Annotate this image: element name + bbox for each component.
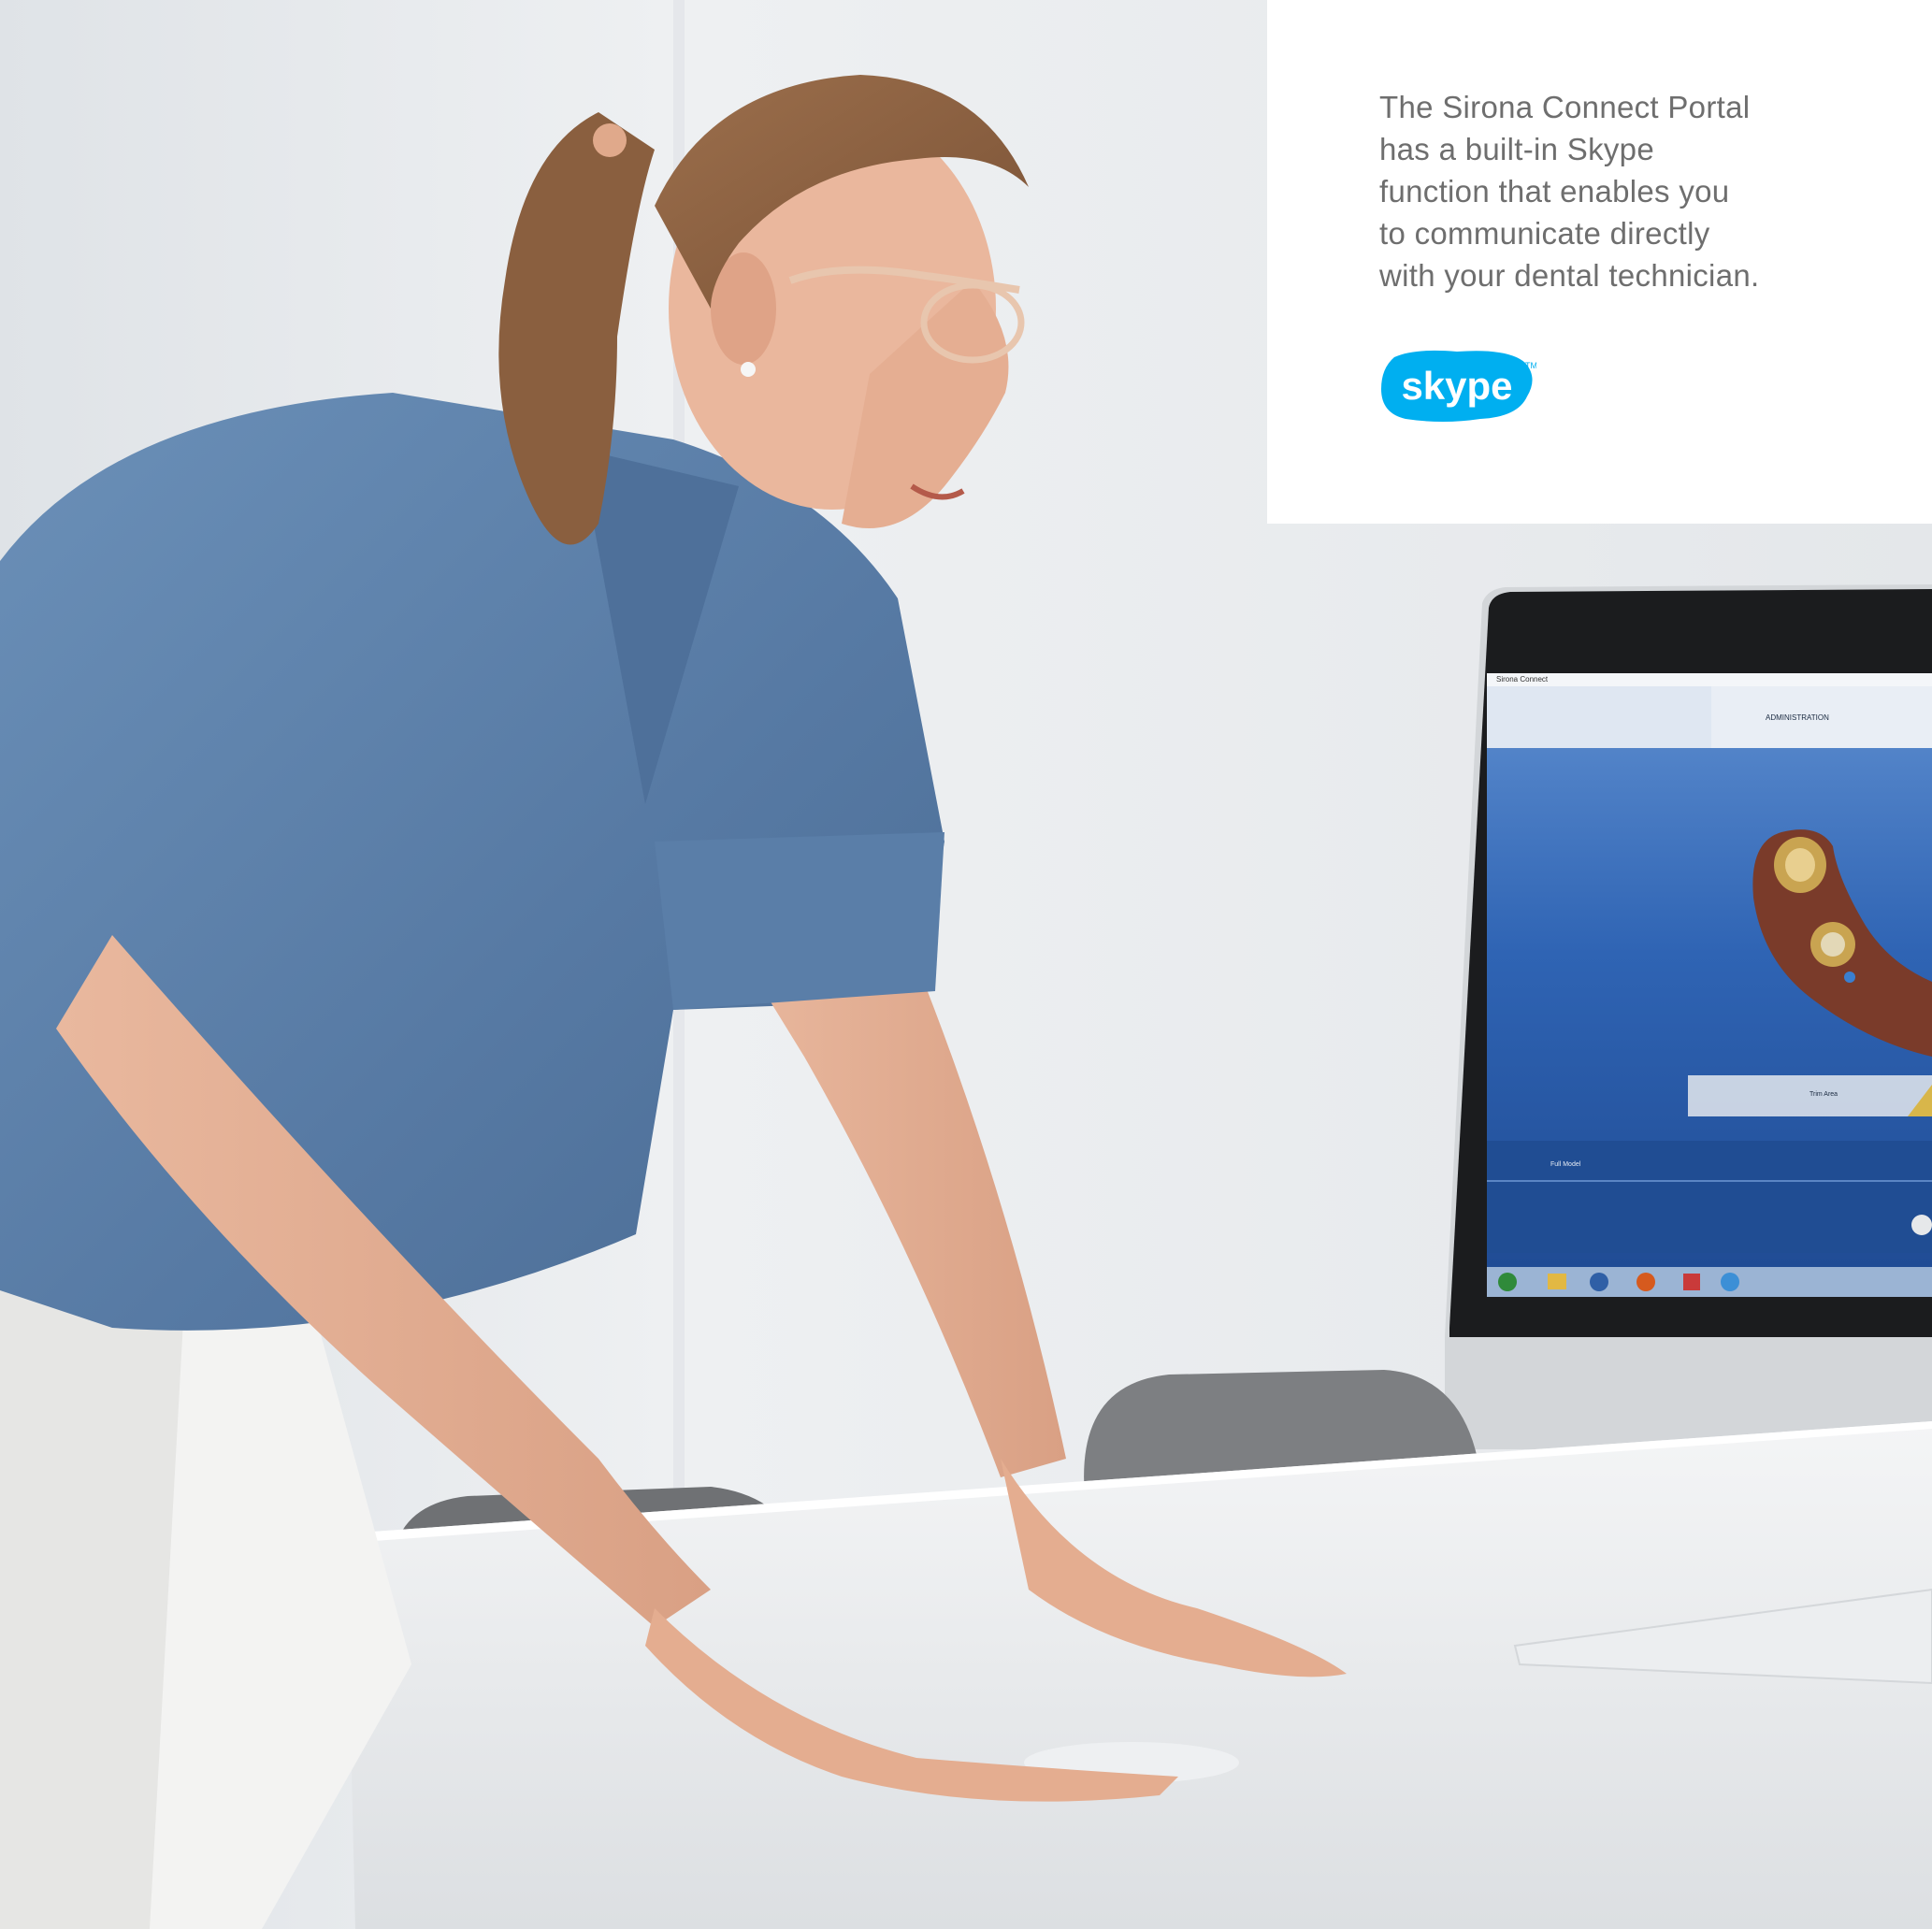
skype-logo-icon: skype TM: [1381, 350, 1536, 422]
info-card: The Sirona Connect Portal has a built-in…: [1267, 0, 1932, 524]
svg-text:TM: TM: [1525, 361, 1536, 370]
firefox-icon: [1636, 1273, 1655, 1291]
info-text-line: to communicate directly: [1379, 216, 1710, 251]
step-trim-area[interactable]: Trim Area: [1809, 1091, 1838, 1098]
full-model-label[interactable]: Full Model: [1550, 1161, 1580, 1168]
start-icon: [1498, 1273, 1517, 1291]
info-text-line: with your dental technician.: [1379, 258, 1760, 293]
info-text-line: function that enables you: [1379, 174, 1730, 209]
globe-icon: [1721, 1273, 1739, 1291]
info-text-line: The Sirona Connect Portal: [1379, 90, 1751, 124]
window-title: Sirona Connect: [1496, 675, 1549, 684]
tab-administration[interactable]: ADMINISTRATION: [1766, 713, 1829, 722]
tool-icon: [1683, 1274, 1700, 1290]
app-icon: [1590, 1273, 1608, 1291]
info-text: The Sirona Connect Portal has a built-in…: [1379, 86, 1903, 296]
monitor: [1445, 584, 1932, 1449]
svg-text:skype: skype: [1401, 364, 1512, 408]
info-text-line: has a built-in Skype: [1379, 132, 1654, 166]
folder-icon: [1548, 1274, 1566, 1289]
